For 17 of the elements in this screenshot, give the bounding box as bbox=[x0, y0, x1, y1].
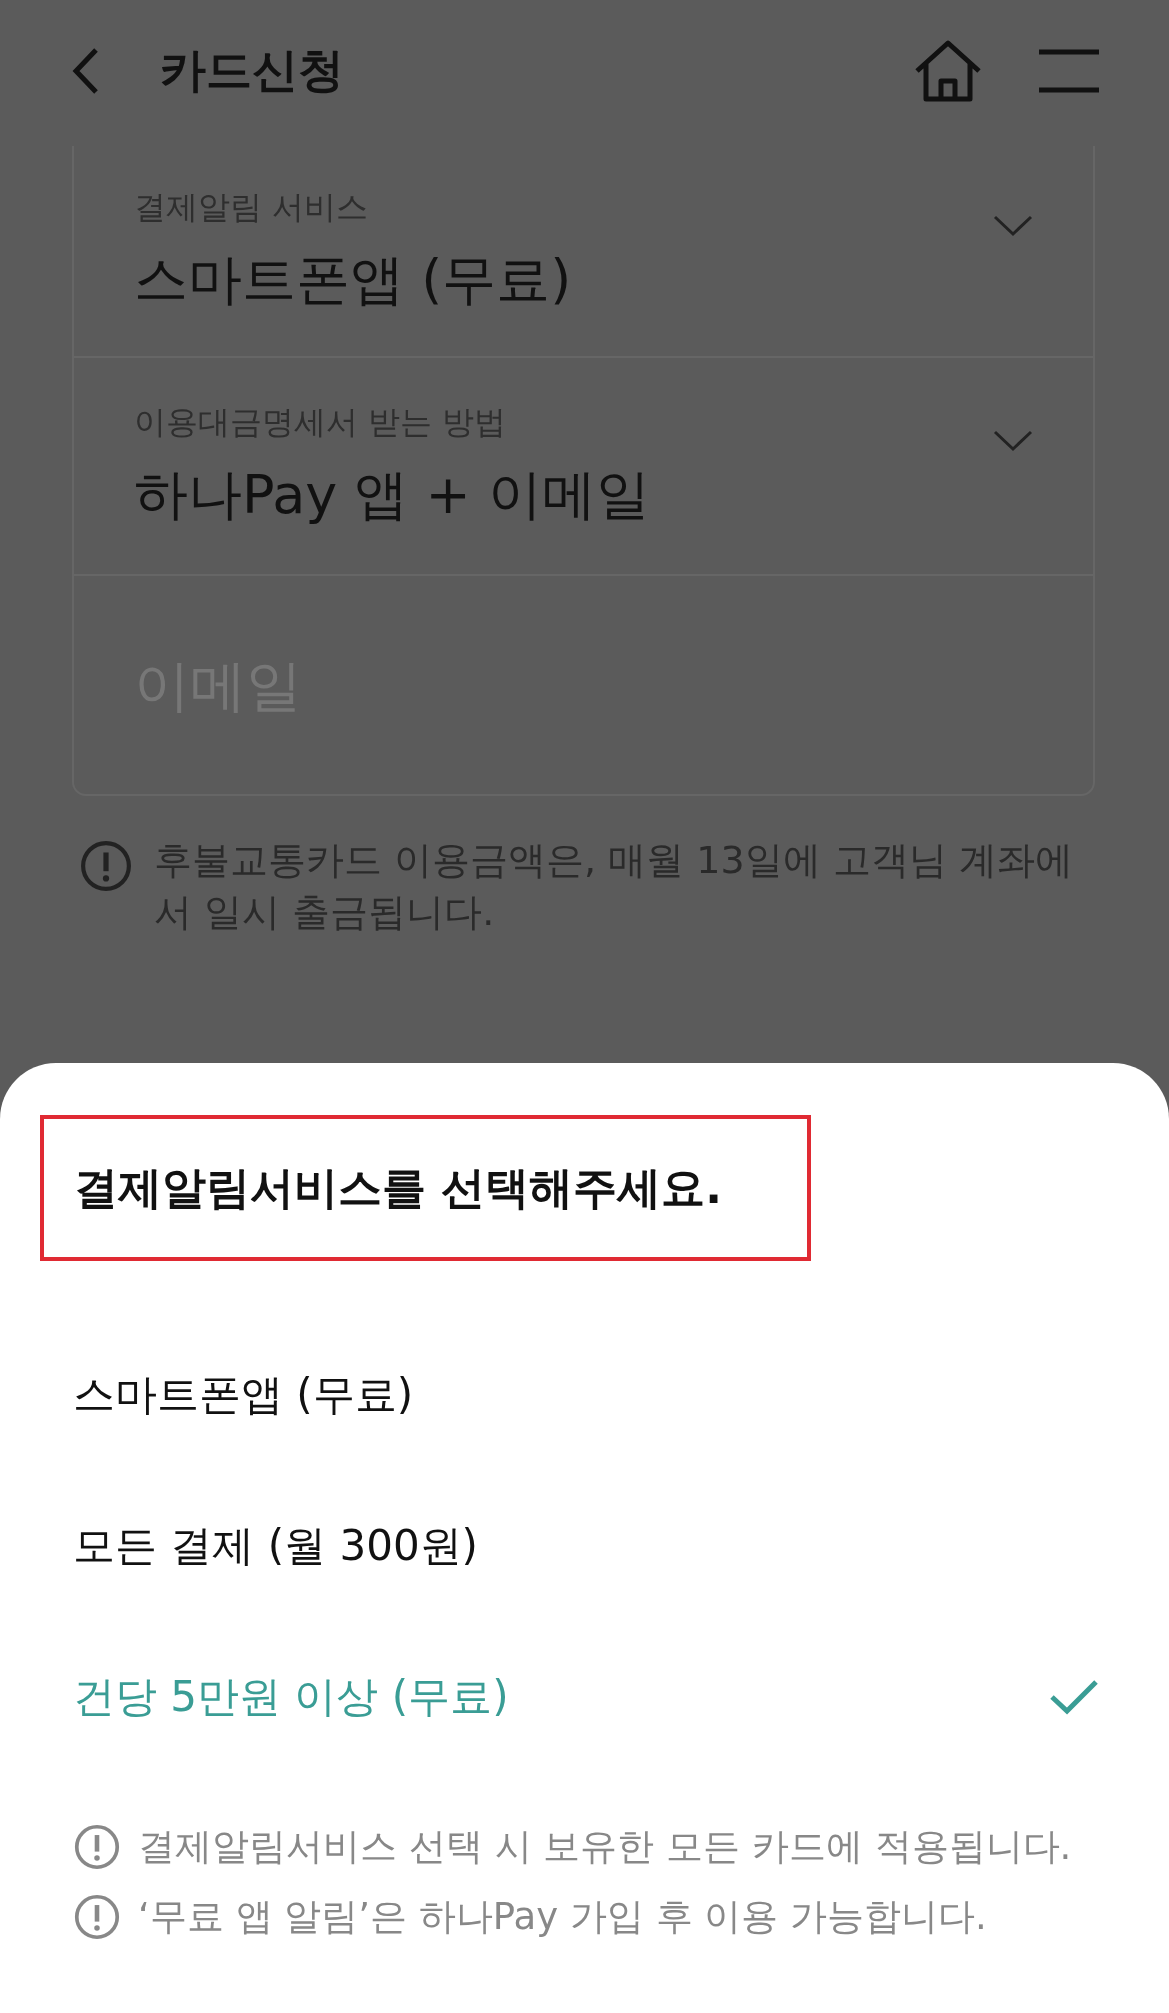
menu-icon[interactable] bbox=[1039, 49, 1099, 93]
option-item[interactable]: 건당 5만원 이상 (무료) bbox=[0, 1621, 1169, 1772]
check-icon bbox=[1049, 1678, 1099, 1715]
note-text: ‘무료 앱 알림’은 하나Pay 가입 후 이용 가능합니다. bbox=[138, 1894, 987, 1940]
home-icon[interactable] bbox=[913, 39, 983, 103]
option-item[interactable]: 스마트폰앱 (무료) bbox=[0, 1319, 1169, 1470]
info-icon bbox=[74, 1824, 120, 1870]
info-icon bbox=[80, 840, 132, 892]
page-title: 카드신청 bbox=[160, 42, 344, 99]
info-icon bbox=[74, 1894, 120, 1940]
option-item[interactable]: 모든 결제 (월 300원) bbox=[0, 1470, 1169, 1621]
note-text: 결제알림서비스 선택 시 보유한 모든 카드에 적용됩니다. bbox=[138, 1824, 1072, 1870]
field-value: 스마트폰앱 (무료) bbox=[134, 246, 573, 313]
chevron-down-icon bbox=[993, 215, 1033, 237]
field-value: 하나Pay 앱 + 이메일 bbox=[134, 461, 651, 528]
chevron-down-icon bbox=[993, 430, 1033, 452]
sheet-title: 결제알림서비스를 선택해주세요. bbox=[74, 1160, 723, 1215]
